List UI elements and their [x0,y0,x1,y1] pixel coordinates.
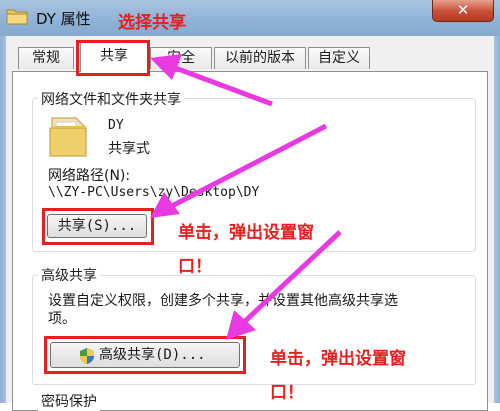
close-button[interactable]: ✕ [432,0,494,22]
close-icon: ✕ [456,1,470,19]
shield-icon [80,348,94,364]
network-path-label: 网络路径(N): [48,168,131,184]
annotation-click-popup-2-line1: 单击，弹出设置窗 [270,349,406,369]
annotation-click-popup-1-line1: 单击，弹出设置窗 [178,223,314,243]
tab-customize[interactable]: 自定义 [308,47,370,69]
folder-share-status: 共享式 [108,141,150,157]
folder-name: DY [108,118,124,133]
window-frame-right [494,36,500,403]
folder-icon [49,117,87,157]
network-path-value[interactable]: \\ZY-PC\Users\zy\Desktop\DY [48,185,259,200]
annotation-click-popup-2-line2: 口！ [270,383,304,403]
title-bar: DY 属性 ✕ [0,0,500,36]
advanced-sharing-button-label: 高级共享(D)... [99,347,206,363]
password-protection-group-title: 密码保护 [38,391,100,411]
advanced-sharing-button[interactable]: 高级共享(D)... [50,342,240,368]
advanced-sharing-group-title: 高级共享 [38,265,100,285]
share-button[interactable]: 共享(S)... [47,214,147,238]
tab-security[interactable]: 安全 [150,47,212,69]
window-title: DY 属性 [36,10,91,28]
tab-general[interactable]: 常规 [18,47,74,69]
folder-icon [6,9,28,25]
tab-sharing[interactable]: 共享 [80,42,148,72]
advanced-sharing-description-line1: 设置自定义权限，创建多个共享，并设置其他高级共享选 [48,293,398,309]
annotation-click-popup-1-line2: 口！ [178,257,212,277]
network-sharing-group-title: 网络文件和文件夹共享 [38,89,184,109]
annotation-select-share: 选择共享 [118,13,186,33]
tab-previous-versions[interactable]: 以前的版本 [214,47,306,69]
advanced-sharing-description-line2: 项。 [48,311,76,327]
